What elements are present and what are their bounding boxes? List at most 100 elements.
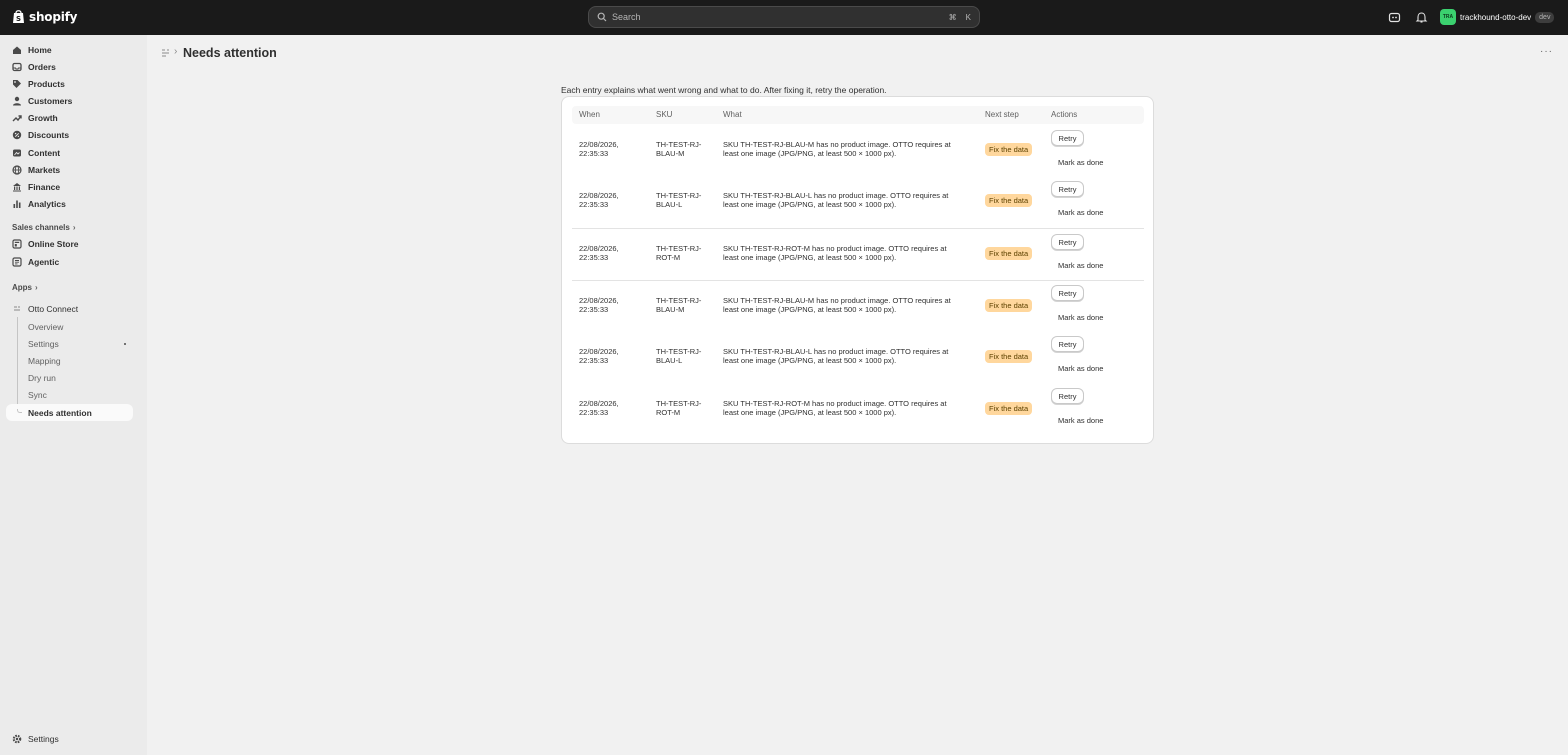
chevron-right-icon: › [72,223,76,232]
sidebar-subitem-needs-attention[interactable]: Needs attention [6,404,133,421]
bank-icon [13,182,21,191]
agentic-icon [12,256,22,267]
next-step-badge: Fix the data [985,402,1033,415]
sidebar-item-otto-connect[interactable]: Otto Connect [6,300,133,317]
discount-icon [12,130,22,139]
mark-as-done-button[interactable]: Mark as done [1058,416,1103,425]
next-step-badge: Fix the data [985,350,1033,363]
sidebar-item-label: Content [28,147,61,158]
sidebar-item-online-store[interactable]: Online Store [6,235,133,252]
column-when: When [579,110,600,119]
next-step-badge: Fix the data [985,194,1033,207]
sidebar-item-label: Products [28,78,65,89]
cell-what-line2: least one image (JPG/PNG, at least 500 ×… [723,356,897,365]
avatar: TRA [1440,9,1456,25]
cell-sku-suffix: BLAU-L [656,356,683,365]
cell-when-time: 22:35:33 [579,200,609,209]
brand-name: shopify [29,9,78,24]
sidekick-icon[interactable] [1388,11,1401,24]
bell-icon[interactable] [1415,11,1428,24]
column-sku: SKU [656,110,673,119]
cell-what-line2: least one image (JPG/PNG, at least 500 ×… [723,305,897,314]
search-icon [597,12,607,22]
sidebar-item-discounts[interactable]: Discounts [6,126,133,143]
table-row: 22/08/2026, 22:35:33 TH-TEST-RJ- ROT-M S… [572,228,1144,280]
cell-sku-suffix: ROT-M [656,408,681,417]
svg-text:S: S [16,15,21,23]
next-step-badge: Fix the data [985,143,1033,156]
mark-as-done-button[interactable]: Mark as done [1058,158,1103,167]
top-bar: S shopify Search ⌘ K TRA trackhound-otto… [0,0,1568,35]
retry-button[interactable]: Retry [1051,234,1084,250]
sidebar-item-analytics[interactable]: Analytics [6,195,133,212]
retry-button[interactable]: Retry [1051,336,1084,352]
sidebar-item-label: Agentic [28,256,60,267]
tag-icon [13,79,21,88]
table-row: 22/08/2026, 22:35:33 TH-TEST-RJ- BLAU-M … [572,124,1144,176]
sidebar-subitem-overview[interactable]: Overview [28,322,63,332]
column-what: What [723,110,742,119]
shopify-logo[interactable]: S shopify [12,9,77,24]
next-step-badge: Fix the data [985,247,1033,260]
attention-table-card: When SKU What Next step Actions 22/08/20… [561,96,1154,444]
mark-as-done-button[interactable]: Mark as done [1058,261,1103,270]
cell-when-time: 22:35:33 [579,305,609,314]
mark-as-done-button[interactable]: Mark as done [1058,208,1103,217]
sidebar-item-markets[interactable]: Markets [6,161,133,178]
cell-when-time: 22:35:33 [579,253,609,262]
retry-button[interactable]: Retry [1051,285,1084,301]
sidebar-item-finance[interactable]: Finance [6,178,133,195]
sidebar-subitem-mapping[interactable]: Mapping [28,356,61,366]
sidebar-item-label: Otto Connect [28,303,79,314]
main-content: › Needs attention ··· Each entry explain… [147,35,1568,755]
column-actions: Actions [1051,110,1078,119]
breadcrumb-chevron-icon: › [174,46,178,57]
store-name: trackhound-otto-dev [1460,12,1532,22]
app-breadcrumb-icon[interactable] [161,48,170,57]
sidebar-item-customers[interactable]: Customers [6,92,133,109]
retry-button[interactable]: Retry [1051,388,1084,404]
app-icon [14,306,20,310]
mark-as-done-button[interactable]: Mark as done [1058,364,1103,373]
sidebar-subitem-settings[interactable]: Settings [28,339,59,349]
more-actions-icon[interactable]: ··· [1540,46,1553,57]
cell-what-line2: least one image (JPG/PNG, at least 500 ×… [723,253,897,262]
search-placeholder: Search [612,12,641,22]
sidebar-item-content[interactable]: Content [6,144,133,161]
sidebar-item-label: Needs attention [28,407,92,418]
shortcut-key: K [965,12,971,22]
sidebar-subitem-dry-run[interactable]: Dry run [28,373,56,383]
retry-button[interactable]: Retry [1051,181,1084,197]
retry-button[interactable]: Retry [1051,130,1084,146]
chevron-right-icon: › [35,283,38,292]
cell-when-time: 22:35:33 [579,408,609,417]
column-next-step: Next step [985,110,1019,119]
cell-sku-suffix: BLAU-M [656,149,685,158]
cell-when-time: 22:35:33 [579,356,609,365]
mark-as-done-button[interactable]: Mark as done [1058,313,1103,322]
cell-sku-suffix: ROT-M [656,253,681,262]
cell-when-time: 22:35:33 [579,149,609,158]
growth-icon [12,114,22,121]
sidebar-item-orders[interactable]: Orders [6,58,133,75]
sidebar-item-home[interactable]: Home [6,41,133,58]
apps-header[interactable]: Apps › [12,283,38,292]
sidebar-item-growth[interactable]: Growth [6,109,133,126]
tree-line [17,317,18,410]
cell-sku-suffix: BLAU-M [656,305,685,314]
sidebar-item-agentic[interactable]: Agentic [6,253,133,270]
sidebar-item-label: Home [28,44,52,55]
shortcut-cmd: ⌘ [948,12,957,22]
dev-badge: dev [1535,11,1555,23]
sidebar-item-label: Settings [28,733,59,744]
search-input[interactable]: Search ⌘ K [588,6,980,28]
cell-what-line2: least one image (JPG/PNG, at least 500 ×… [723,200,897,209]
sidebar-item-products[interactable]: Products [6,75,133,92]
sidebar-subitem-sync[interactable]: Sync [28,390,47,400]
sidebar-item-settings[interactable]: Settings [6,730,133,747]
store-menu[interactable]: TRA trackhound-otto-dev dev [1440,9,1555,25]
sales-channels-header[interactable]: Sales channels › [12,223,75,232]
next-step-badge: Fix the data [985,299,1033,312]
sales-channels-label: Sales channels [12,223,70,232]
table-row: 22/08/2026, 22:35:33 TH-TEST-RJ- BLAU-M … [572,280,1144,332]
